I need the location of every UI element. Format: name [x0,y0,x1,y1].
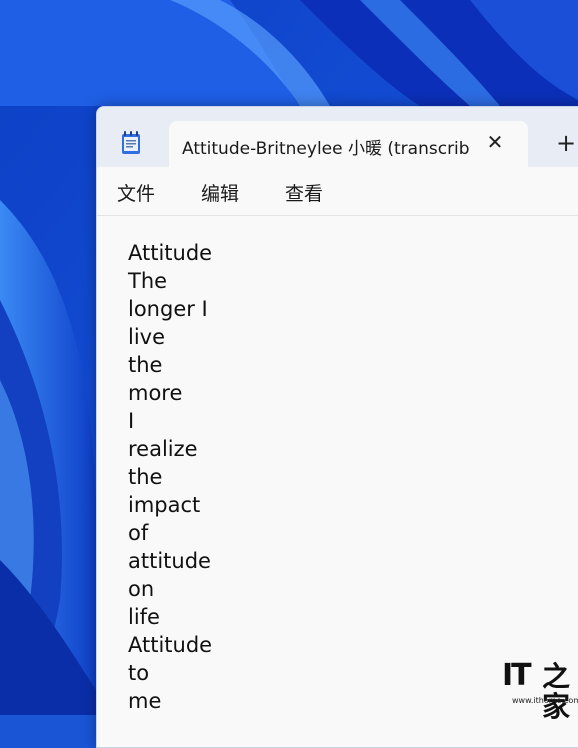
text-line: on [128,577,155,601]
text-line: to [128,661,150,685]
document-tab[interactable]: Attitude-Britneylee 小暖 (transcrib ✕ [169,121,528,167]
text-line: the [128,465,163,489]
text-line: impact [128,493,201,517]
watermark-url: www.ithome.com [512,696,578,705]
text-line: of [128,521,149,545]
text-line: realize [128,437,198,461]
notepad-window: Attitude-Britneylee 小暖 (transcrib ✕ + 文件… [96,106,578,748]
text-line: Attitude [128,241,213,265]
menu-bar: 文件 编辑 查看 [97,167,578,216]
text-line: longer I [128,297,208,321]
text-line: The [128,269,168,293]
plus-icon[interactable]: + [555,131,577,155]
ithome-watermark-logo: IT 之家 www.ithome.com [502,658,578,722]
menu-file[interactable]: 文件 [117,179,155,206]
text-line: Attitude [128,633,213,657]
notepad-icon [122,131,140,154]
text-line: more [128,381,183,405]
text-line: life [128,605,160,629]
watermark-cn: 之家 [542,660,571,723]
title-bar: Attitude-Britneylee 小暖 (transcrib ✕ + [97,107,578,167]
menu-view[interactable]: 查看 [285,179,323,206]
text-line: the [128,353,163,377]
text-line: live [128,325,166,349]
tab-title: Attitude-Britneylee 小暖 (transcrib [182,139,470,159]
text-line: me [128,689,162,713]
watermark-mark: IT [502,658,532,693]
menu-edit[interactable]: 编辑 [201,179,239,206]
text-line: I [128,409,135,433]
text-line: attitude [128,549,211,573]
close-icon[interactable]: ✕ [484,131,506,153]
